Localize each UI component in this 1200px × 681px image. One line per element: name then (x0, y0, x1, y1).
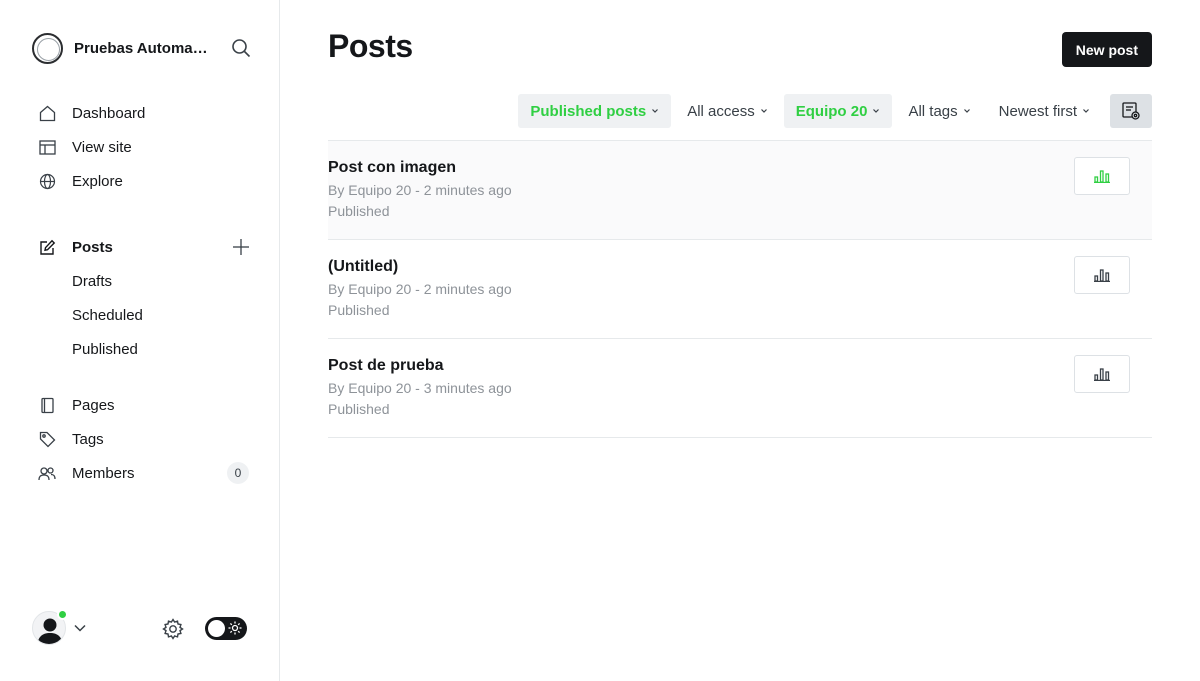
post-meta: By Equipo 20 - 2 minutes ago (328, 182, 512, 198)
members-icon (38, 464, 56, 482)
nav-pages[interactable]: Pages (32, 388, 252, 422)
analytics-button[interactable] (1074, 355, 1130, 393)
filter-bar: Published posts All access Equipo 20 All… (514, 94, 1152, 128)
page-title: Posts (328, 28, 413, 64)
nav-posts[interactable]: Posts (32, 230, 252, 264)
nav-published[interactable]: Published (32, 332, 252, 366)
nav-scheduled[interactable]: Scheduled (32, 298, 252, 332)
filter-order[interactable]: Newest first (987, 94, 1102, 128)
page-icon (38, 396, 56, 414)
analytics-button[interactable] (1074, 256, 1130, 294)
filter-access[interactable]: All access (675, 94, 780, 128)
filter-type-label: Published posts (530, 102, 647, 120)
theme-toggle[interactable] (205, 617, 247, 640)
nav-drafts[interactable]: Drafts (32, 264, 252, 298)
filter-type[interactable]: Published posts (518, 94, 672, 128)
bar-chart-icon (1094, 269, 1110, 282)
filter-order-label: Newest first (998, 102, 1077, 120)
analytics-button[interactable] (1074, 157, 1130, 195)
nav-dashboard-label: Dashboard (72, 104, 146, 122)
toggle-knob (208, 620, 225, 637)
main-content: Posts New post Published posts All acces… (328, 0, 1152, 681)
post-meta: By Equipo 20 - 3 minutes ago (328, 380, 512, 396)
nav-explore[interactable]: Explore (32, 164, 252, 198)
main-nav: Dashboard View site Explore (32, 96, 252, 198)
home-icon (38, 104, 56, 122)
post-meta: By Equipo 20 - 2 minutes ago (328, 281, 512, 297)
nav-members[interactable]: Members 0 (32, 456, 252, 490)
sidebar: Pruebas Automatizadas Dashboard View sit… (0, 0, 280, 681)
add-post-icon[interactable] (232, 238, 250, 256)
nav-scheduled-label: Scheduled (72, 306, 143, 324)
new-post-button[interactable]: New post (1061, 32, 1152, 67)
nav-view-site[interactable]: View site (32, 130, 252, 164)
chevron-down-icon[interactable] (73, 621, 87, 635)
nav-published-label: Published (72, 340, 138, 358)
nav-members-label: Members (72, 464, 135, 482)
content-nav: Pages Tags Members 0 (32, 388, 252, 490)
online-status-dot (57, 609, 68, 620)
post-row[interactable]: (Untitled) By Equipo 20 - 2 minutes ago … (328, 240, 1152, 339)
post-status: Published (328, 203, 390, 219)
posts-nav: Posts Drafts Scheduled Published (32, 230, 252, 366)
nav-explore-label: Explore (72, 172, 123, 190)
nav-posts-label: Posts (72, 238, 113, 256)
post-title[interactable]: (Untitled) (328, 258, 398, 276)
sidebar-footer (32, 609, 248, 647)
view-options-button[interactable] (1110, 94, 1152, 128)
chevron-down-icon (873, 109, 880, 113)
edit-icon (38, 238, 56, 256)
search-icon[interactable] (230, 37, 252, 59)
members-count-badge: 0 (227, 462, 249, 484)
site-logo-icon (32, 32, 63, 64)
nav-view-site-label: View site (72, 138, 132, 156)
post-row[interactable]: Post de prueba By Equipo 20 - 3 minutes … (328, 339, 1152, 438)
filter-author[interactable]: Equipo 20 (783, 94, 893, 128)
chevron-down-icon (1083, 109, 1089, 113)
post-status: Published (328, 302, 390, 318)
site-brand[interactable]: Pruebas Automatizadas (32, 31, 252, 65)
nav-tags-label: Tags (72, 430, 104, 448)
globe-icon (38, 172, 56, 190)
layout-icon (38, 138, 56, 156)
nav-pages-label: Pages (72, 396, 115, 414)
post-title[interactable]: Post de prueba (328, 357, 444, 375)
chevron-down-icon (963, 109, 970, 113)
gear-icon[interactable] (162, 618, 184, 640)
chevron-down-icon (760, 109, 767, 113)
post-row[interactable]: Post con imagen By Equipo 20 - 2 minutes… (328, 141, 1152, 240)
nav-drafts-label: Drafts (72, 272, 113, 290)
bar-chart-icon (1094, 170, 1110, 183)
post-title[interactable]: Post con imagen (328, 159, 456, 177)
posts-list: Post con imagen By Equipo 20 - 2 minutes… (328, 140, 1152, 438)
site-name: Pruebas Automatizadas (74, 39, 210, 57)
nav-tags[interactable]: Tags (32, 422, 252, 456)
tag-icon (38, 430, 56, 448)
sun-icon (228, 621, 242, 635)
filter-access-label: All access (687, 102, 755, 120)
filter-author-label: Equipo 20 (795, 102, 868, 120)
filter-tags-label: All tags (908, 102, 958, 120)
view-settings-icon (1122, 102, 1140, 120)
nav-dashboard[interactable]: Dashboard (32, 96, 252, 130)
post-status: Published (328, 401, 390, 417)
bar-chart-icon (1094, 368, 1110, 381)
filter-tags[interactable]: All tags (896, 94, 982, 128)
chevron-down-icon (652, 109, 659, 113)
